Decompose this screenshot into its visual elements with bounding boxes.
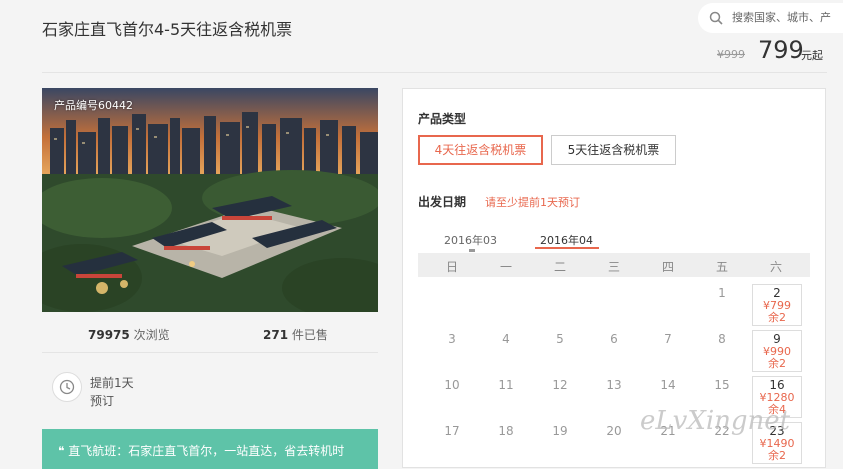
calendar-day-available[interactable]: 9 ¥990 余2 xyxy=(752,330,802,372)
calendar-day: 13 xyxy=(606,378,622,392)
price-suffix: 元起 xyxy=(801,49,823,62)
current-price: 799 xyxy=(758,36,804,64)
type-option-5day[interactable]: 5天往返含税机票 xyxy=(551,135,676,165)
calendar-day: 6 xyxy=(610,332,618,346)
calendar-day: 5 xyxy=(556,332,564,346)
direct-flight-banner: ❝ 直飞航班：石家庄直飞首尔，一站直达，省去转机时 xyxy=(42,429,378,469)
calendar-day: 3 xyxy=(448,332,456,346)
advance-booking-line1: 提前1天 xyxy=(90,376,134,390)
watermark: eLvXingnet xyxy=(640,406,791,436)
product-code: 产品编号60442 xyxy=(54,99,133,112)
calendar-day: 14 xyxy=(660,378,676,392)
booking-hint: 请至少提前1天预订 xyxy=(485,196,580,209)
sold-stat: 271 件已售 xyxy=(263,326,328,343)
cell-day: 2 xyxy=(773,286,781,300)
calendar-day: 15 xyxy=(714,378,730,392)
calendar-day: 20 xyxy=(606,424,622,438)
views-count: 79975 xyxy=(88,328,130,342)
header-divider xyxy=(42,72,827,73)
departure-date-label: 出发日期 xyxy=(418,195,467,209)
sold-count: 271 xyxy=(263,328,289,342)
month-tab-2016-04[interactable]: 2016年04 xyxy=(540,232,593,248)
cell-day: 9 xyxy=(773,332,781,346)
calendar-day: 4 xyxy=(502,332,510,346)
product-type-label: 产品类型 xyxy=(418,112,467,126)
calendar-day: 7 xyxy=(664,332,672,346)
calendar-day: 8 xyxy=(718,332,726,346)
cell-day: 16 xyxy=(769,378,785,392)
sold-label: 件已售 xyxy=(291,328,328,342)
calendar-day: 19 xyxy=(552,424,568,438)
stats-divider xyxy=(42,352,378,353)
search-input[interactable]: 搜索国家、城市、产 xyxy=(698,3,843,33)
calendar-day: 17 xyxy=(444,424,460,438)
weekday-sat: 六 xyxy=(769,260,782,274)
weekday-thu: 四 xyxy=(661,260,674,274)
month-tab-2016-03[interactable]: 2016年03 xyxy=(444,232,497,248)
cell-remaining: 余2 xyxy=(768,449,786,462)
calendar-day: 11 xyxy=(498,378,514,392)
calendar-day: 18 xyxy=(498,424,514,438)
type-option-4day[interactable]: 4天往返含税机票 xyxy=(418,135,543,165)
cell-remaining: 余2 xyxy=(768,311,786,324)
search-icon xyxy=(709,11,723,25)
weekday-sun: 日 xyxy=(445,260,458,274)
weekday-wed: 三 xyxy=(607,260,620,274)
search-placeholder: 搜索国家、城市、产 xyxy=(732,11,831,24)
calendar-day: 10 xyxy=(444,378,460,392)
weekday-fri: 五 xyxy=(715,260,728,274)
views-stat: 79975 次浏览 xyxy=(88,326,170,343)
page-title: 石家庄直飞首尔4-5天往返含税机票 xyxy=(42,20,293,39)
views-label: 次浏览 xyxy=(133,328,170,342)
cell-remaining: 余2 xyxy=(768,357,786,370)
advance-booking-line2: 预订 xyxy=(90,394,115,408)
calendar-day: 1 xyxy=(718,286,726,300)
month-caret-left xyxy=(469,249,475,252)
product-photo: 产品编号60442 xyxy=(42,88,378,312)
calendar-day-available[interactable]: 2 ¥799 余2 xyxy=(752,284,802,326)
clock-icon xyxy=(52,372,82,402)
active-month-indicator xyxy=(535,247,599,249)
original-price: ¥999 xyxy=(717,48,745,61)
weekday-tue: 二 xyxy=(553,260,566,274)
calendar-day: 12 xyxy=(552,378,568,392)
weekday-mon: 一 xyxy=(499,260,512,274)
